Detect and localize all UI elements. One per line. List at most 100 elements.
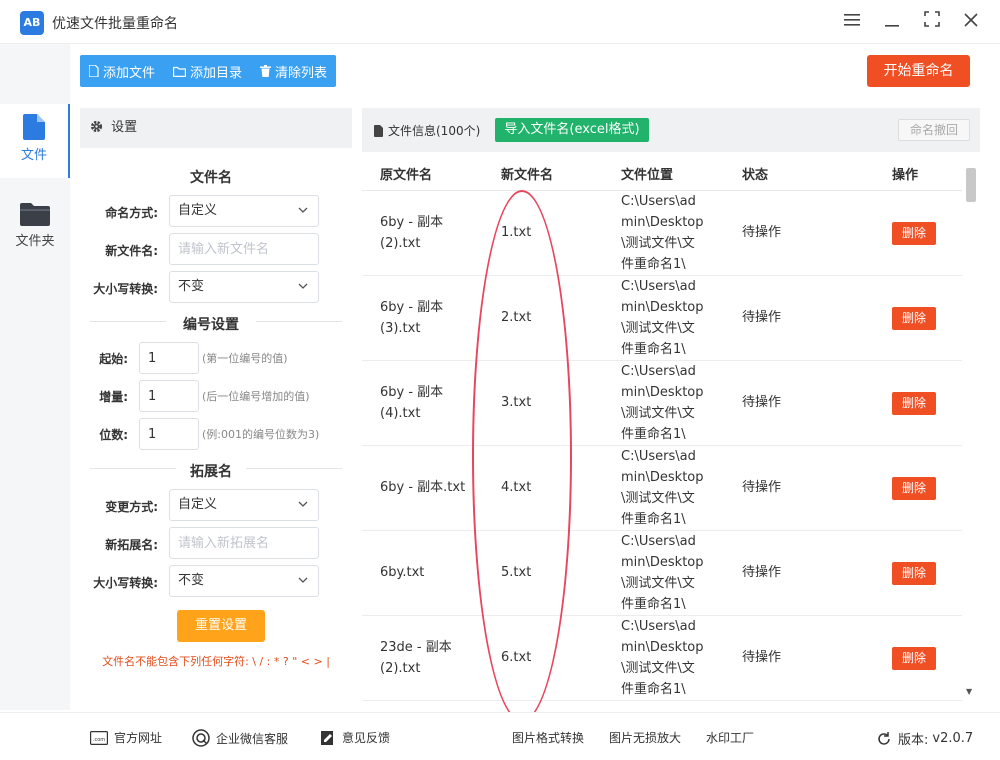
file-location: C:\Users\ad min\Desktop \测试文件\文 件重命名1\: [621, 194, 704, 272]
column-header-action: 操作: [892, 168, 919, 183]
reset-settings-button[interactable]: 重置设置: [177, 610, 265, 642]
new-filename-label: 新文件名:: [105, 244, 158, 258]
gear-icon: [90, 120, 103, 133]
ext-mode-label: 变更方式:: [105, 500, 158, 514]
import-excel-button[interactable]: 导入文件名(excel格式): [495, 118, 649, 142]
start-number-label: 起始:: [99, 352, 128, 366]
case-conversion-select[interactable]: 不变: [169, 271, 319, 303]
file-location: C:\Users\ad min\Desktop \测试文件\文 件重命名1\: [621, 364, 704, 442]
file-icon: [89, 65, 99, 77]
case-conversion-label: 大小写转换:: [93, 282, 158, 296]
menu-icon[interactable]: [839, 10, 865, 34]
step-label: 增量:: [99, 390, 128, 404]
clear-list-button[interactable]: 清除列表: [251, 55, 336, 87]
table-scrollbar[interactable]: ▼: [964, 168, 978, 698]
image-format-convert-link[interactable]: 图片格式转换: [512, 729, 584, 746]
file-location: C:\Users\ad min\Desktop \测试文件\文 件重命名1\: [621, 619, 704, 697]
file-info-panel: 文件信息(100个) 导入文件名(excel格式) 命名撤回 原文件名 新文件名…: [362, 108, 980, 701]
new-filename: 6.txt: [501, 650, 532, 665]
original-filename: 6by - 副本 (3).txt: [380, 300, 444, 336]
digits-label: 位数:: [99, 428, 128, 442]
table-row: 6by - 副本 (2).txt 1.txt C:\Users\ad min\Deskt…: [362, 191, 962, 276]
table-row: 23de - 副本 (2).txt 6.txt C:\Users\ad min\Desk…: [362, 616, 962, 701]
file-location: C:\Users\ad min\Desktop \测试文件\文 件重命名1\: [621, 279, 704, 357]
new-filename: 5.txt: [501, 565, 532, 580]
start-number-input[interactable]: [139, 342, 199, 374]
new-ext-label: 新拓展名:: [105, 538, 158, 552]
footer: .com 官方网址 企业微信客服 意见反馈 图片格式转换 图片无损放大 水印工厂…: [0, 712, 1000, 760]
feedback-link[interactable]: 意见反馈: [320, 729, 390, 746]
nav-label-file: 文件: [20, 148, 47, 163]
ext-case-select[interactable]: 不变: [169, 565, 319, 597]
status-text: 待操作: [742, 395, 782, 410]
invalid-chars-warning: 文件名不能包含下列任何字符: \ / : * ? " < > |: [102, 655, 330, 668]
delete-row-button[interactable]: 删除: [892, 647, 936, 670]
column-header-new: 新文件名: [501, 168, 554, 183]
svg-text:.com: .com: [93, 737, 105, 743]
digits-hint: (例:001的编号位数为3): [202, 428, 320, 441]
nav-item-folder[interactable]: 文件夹: [0, 192, 70, 266]
table-row: 6by - 副本 (4).txt 3.txt C:\Users\ad min\Deskt…: [362, 361, 962, 446]
new-filename-input[interactable]: [169, 233, 319, 265]
numbering-section-title: 编号设置: [166, 314, 256, 334]
undo-rename-button[interactable]: 命名撤回: [898, 119, 970, 141]
start-number-hint: (第一位编号的值): [202, 352, 288, 365]
image-lossless-enlarge-link[interactable]: 图片无损放大: [609, 729, 681, 746]
maximize-icon[interactable]: [919, 10, 945, 34]
delete-row-button[interactable]: 删除: [892, 477, 936, 500]
chevron-down-icon: [298, 577, 308, 583]
new-filename: 3.txt: [501, 395, 532, 410]
status-text: 待操作: [742, 650, 782, 665]
watermark-factory-link[interactable]: 水印工厂: [706, 729, 754, 746]
chevron-down-icon: [298, 283, 308, 289]
file-location: C:\Users\ad min\Desktop \测试文件\文 件重命名1\: [621, 449, 704, 527]
delete-row-button[interactable]: 删除: [892, 392, 936, 415]
scroll-down-icon[interactable]: ▼: [966, 687, 972, 696]
scrollbar-thumb[interactable]: [966, 168, 976, 202]
delete-row-button[interactable]: 删除: [892, 307, 936, 330]
new-filename: 2.txt: [501, 310, 532, 325]
close-icon[interactable]: [958, 10, 984, 34]
wechat-support-link[interactable]: 企业微信客服: [192, 729, 288, 747]
wechat-icon: [192, 729, 210, 747]
add-file-button[interactable]: 添加文件: [80, 55, 164, 87]
status-text: 待操作: [742, 310, 782, 325]
ext-mode-select[interactable]: 自定义: [169, 489, 319, 521]
digits-input[interactable]: [139, 418, 199, 450]
column-header-location: 文件位置: [621, 168, 674, 183]
file-icon: [23, 114, 45, 140]
ext-case-label: 大小写转换:: [93, 576, 158, 590]
version-info: 版本: v2.0.7: [876, 729, 973, 748]
folder-icon: [20, 203, 50, 226]
column-header-status: 状态: [742, 168, 769, 183]
file-info-header: 文件信息(100个) 导入文件名(excel格式) 命名撤回: [362, 108, 980, 152]
add-directory-button[interactable]: 添加目录: [164, 55, 251, 87]
filename-section-title: 文件名: [190, 170, 232, 186]
folder-icon: [173, 66, 187, 77]
delete-row-button[interactable]: 删除: [892, 562, 936, 585]
document-icon: [374, 124, 383, 137]
minimize-icon[interactable]: [879, 10, 905, 34]
naming-mode-select[interactable]: 自定义: [169, 195, 319, 227]
trash-icon: [260, 65, 272, 77]
app-logo: AB: [20, 11, 44, 35]
step-hint: (后一位编号增加的值): [202, 390, 310, 403]
original-filename: 6by - 副本 (4).txt: [380, 385, 444, 421]
settings-panel: 设置 文件名 命名方式: 自定义 新文件名: 大小写转换: 不变 编号设置 起始…: [80, 108, 352, 698]
table-row: 6by - 副本.txt 4.txt C:\Users\ad min\Desktop \…: [362, 446, 962, 531]
new-filename: 4.txt: [501, 480, 532, 495]
nav-item-file[interactable]: 文件: [0, 104, 70, 178]
status-text: 待操作: [742, 480, 782, 495]
table-row: 6by - 副本 (3).txt 2.txt C:\Users\ad min\Deskt…: [362, 276, 962, 361]
delete-row-button[interactable]: 删除: [892, 222, 936, 245]
file-location: C:\Users\ad min\Desktop \测试文件\文 件重命名1\: [621, 534, 704, 612]
step-input[interactable]: [139, 380, 199, 412]
new-ext-input[interactable]: [169, 527, 319, 559]
start-rename-button[interactable]: 开始重命名: [867, 55, 970, 87]
file-info-title: 文件信息(100个): [374, 122, 480, 139]
website-link[interactable]: .com 官方网址: [90, 729, 162, 746]
status-text: 待操作: [742, 565, 782, 580]
original-filename: 6by - 副本.txt: [380, 480, 466, 495]
chevron-down-icon: [298, 207, 308, 213]
original-filename: 6by.txt: [380, 565, 425, 580]
